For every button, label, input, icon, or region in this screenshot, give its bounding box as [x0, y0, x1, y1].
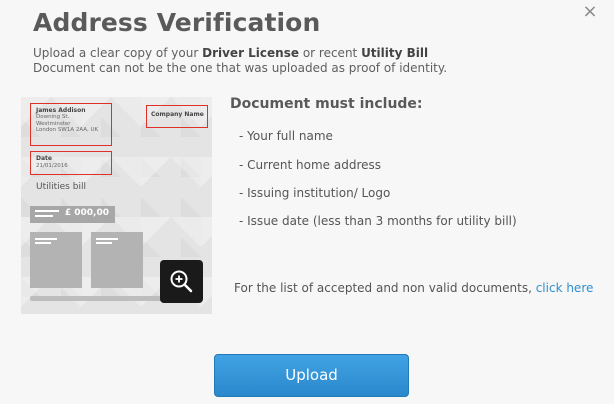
sample-name: James Addison [36, 107, 86, 114]
sample-address-line: London SW1A 2AA, UK [36, 127, 99, 133]
intro-line2: Document can not be the one that was upl… [33, 61, 448, 75]
requirement-item: - Your full name [239, 129, 333, 143]
placeholder-block [30, 232, 82, 288]
requirement-item: - Issue date (less than 3 months for uti… [239, 214, 517, 228]
driver-license-text: Driver License [202, 46, 299, 60]
dialog-title: Address Verification [33, 8, 321, 37]
sample-amount-bar: £ 000,00 [30, 206, 115, 223]
sample-amount: £ 000,00 [64, 208, 109, 218]
accepted-docs-text: For the list of accepted and non valid d… [234, 281, 593, 295]
placeholder-block [91, 232, 143, 288]
sample-doc-label: Utilities bill [36, 182, 86, 192]
date-highlight: Date 21/01/2016 [30, 151, 112, 175]
requirements-title: Document must include: [230, 96, 423, 112]
sample-date-label: Date [36, 155, 52, 162]
upload-button[interactable]: Upload [214, 354, 409, 397]
requirement-item: - Issuing institution/ Logo [239, 186, 391, 200]
zoom-in-icon[interactable] [160, 260, 203, 303]
utility-bill-text: Utility Bill [361, 46, 429, 60]
intro-part1: Upload a clear copy of your [33, 46, 203, 60]
sample-date-value: 21/01/2016 [36, 163, 68, 169]
click-here-link[interactable]: click here [536, 281, 594, 295]
intro-part2: or recent [299, 46, 362, 60]
accepted-docs-label: For the list of accepted and non valid d… [234, 281, 536, 295]
placeholder-line [30, 296, 178, 301]
sample-company-name: Company Name [151, 111, 204, 118]
company-highlight: Company Name [146, 105, 208, 128]
intro-text: Upload a clear copy of your Driver Licen… [33, 46, 603, 76]
close-icon[interactable]: × [581, 3, 599, 21]
placeholder-lines [35, 210, 59, 220]
requirement-item: - Current home address [239, 158, 382, 172]
address-highlight: James Addison Downing St. Westminster Lo… [30, 103, 112, 146]
